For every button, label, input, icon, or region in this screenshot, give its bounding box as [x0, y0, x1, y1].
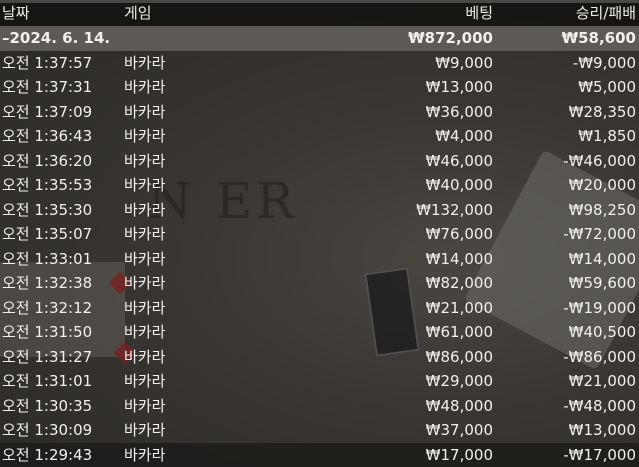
row-bet: ₩4,000: [435, 127, 493, 145]
table-row[interactable]: 오전 1:31:50 바카라 ₩61,000 ₩40,500: [0, 320, 639, 345]
row-result: -₩17,000: [563, 445, 636, 464]
date-group-label: –2024. 6. 14.: [2, 29, 111, 47]
row-time: 오전 1:37:57: [2, 53, 93, 72]
row-bet: ₩82,000: [425, 274, 493, 292]
row-time: 오전 1:33:01: [2, 249, 93, 268]
row-bet: ₩61,000: [425, 323, 493, 341]
row-bet: ₩14,000: [425, 249, 493, 268]
header-bet[interactable]: 베팅: [465, 0, 493, 26]
row-bet: ₩17,000: [425, 445, 493, 464]
row-game: 바카라: [124, 421, 166, 439]
row-time: 오전 1:37:31: [2, 78, 93, 96]
date-group-row[interactable]: –2024. 6. 14. ₩872,000 ₩58,600: [0, 26, 639, 51]
header-game[interactable]: 게임: [124, 0, 152, 26]
row-game: 바카라: [124, 127, 166, 145]
table-row[interactable]: 오전 1:31:01 바카라 ₩29,000 ₩21,000: [0, 369, 639, 394]
row-game: 바카라: [124, 102, 166, 121]
row-bet: ₩37,000: [425, 421, 493, 439]
row-result: -₩72,000: [563, 225, 636, 243]
row-bet: ₩36,000: [425, 102, 493, 121]
row-game: 바카라: [124, 225, 166, 243]
table-row[interactable]: 오전 1:32:38 바카라 ₩82,000 ₩59,600: [0, 271, 639, 296]
row-game: 바카라: [124, 445, 166, 464]
row-result: -₩19,000: [563, 298, 636, 317]
row-game: 바카라: [124, 53, 166, 72]
row-bet: ₩132,000: [416, 200, 493, 219]
row-game: 바카라: [124, 176, 166, 194]
row-result: ₩13,000: [568, 421, 636, 439]
row-time: 오전 1:37:09: [2, 102, 93, 121]
table-row[interactable]: 오전 1:35:30 바카라 ₩132,000 ₩98,250: [0, 198, 639, 223]
table-row[interactable]: 오전 1:36:43 바카라 ₩4,000 ₩1,850: [0, 124, 639, 149]
row-result: -₩86,000: [563, 347, 636, 366]
row-time: 오전 1:31:27: [2, 347, 93, 366]
row-game: 바카라: [124, 274, 166, 292]
row-time: 오전 1:29:43: [2, 445, 93, 464]
row-result: ₩59,600: [568, 274, 636, 292]
row-bet: ₩21,000: [425, 298, 493, 317]
table-row[interactable]: 오전 1:30:09 바카라 ₩37,000 ₩13,000: [0, 418, 639, 443]
row-game: 바카라: [124, 396, 166, 415]
row-game: 바카라: [124, 323, 166, 341]
table-row[interactable]: 오전 1:31:27 바카라 ₩86,000 -₩86,000: [0, 345, 639, 370]
row-result: ₩98,250: [568, 200, 636, 219]
row-result: -₩9,000: [572, 53, 636, 72]
row-bet: ₩29,000: [425, 372, 493, 390]
table-row[interactable]: 오전 1:29:43 바카라 ₩17,000 -₩17,000: [0, 442, 639, 467]
table-row[interactable]: 오전 1:35:07 바카라 ₩76,000 -₩72,000: [0, 222, 639, 247]
row-result: ₩21,000: [568, 372, 636, 390]
row-time: 오전 1:35:07: [2, 225, 93, 243]
row-result: ₩28,350: [568, 102, 636, 121]
row-bet: ₩13,000: [425, 78, 493, 96]
row-bet: ₩40,000: [425, 176, 493, 194]
table-header: 날짜 게임 베팅 승리/패배: [0, 0, 639, 26]
row-game: 바카라: [124, 347, 166, 366]
row-time: 오전 1:32:38: [2, 274, 93, 292]
row-result: -₩48,000: [563, 396, 636, 415]
row-time: 오전 1:36:20: [2, 151, 93, 170]
row-game: 바카라: [124, 78, 166, 96]
bet-history-table: 날짜 게임 베팅 승리/패배 –2024. 6. 14. ₩872,000 ₩5…: [0, 0, 639, 467]
row-result: ₩5,000: [578, 78, 636, 96]
row-time: 오전 1:36:43: [2, 127, 93, 145]
table-row[interactable]: 오전 1:33:01 바카라 ₩14,000 ₩14,000: [0, 247, 639, 272]
table-row[interactable]: 오전 1:36:20 바카라 ₩46,000 -₩46,000: [0, 149, 639, 174]
row-result: ₩20,000: [568, 176, 636, 194]
row-bet: ₩76,000: [425, 225, 493, 243]
row-bet: ₩86,000: [425, 347, 493, 366]
row-bet: ₩46,000: [425, 151, 493, 170]
row-time: 오전 1:31:01: [2, 372, 93, 390]
row-time: 오전 1:30:35: [2, 396, 93, 415]
row-time: 오전 1:32:12: [2, 298, 93, 317]
table-row[interactable]: 오전 1:37:57 바카라 ₩9,000 -₩9,000: [0, 51, 639, 76]
top-border: [0, 0, 639, 3]
row-result: -₩46,000: [563, 151, 636, 170]
table-row[interactable]: 오전 1:37:09 바카라 ₩36,000 ₩28,350: [0, 100, 639, 125]
row-result: ₩40,500: [568, 323, 636, 341]
header-date[interactable]: 날짜: [2, 0, 30, 26]
date-group-result-total: ₩58,600: [561, 29, 636, 47]
table-row[interactable]: 오전 1:32:12 바카라 ₩21,000 -₩19,000: [0, 296, 639, 321]
row-game: 바카라: [124, 151, 166, 170]
row-game: 바카라: [124, 372, 166, 390]
row-bet: ₩9,000: [435, 53, 493, 72]
row-game: 바카라: [124, 298, 166, 317]
table-row[interactable]: 오전 1:30:35 바카라 ₩48,000 -₩48,000: [0, 394, 639, 419]
row-time: 오전 1:31:50: [2, 323, 93, 341]
row-time: 오전 1:30:09: [2, 421, 93, 439]
row-time: 오전 1:35:53: [2, 176, 93, 194]
table-body: 오전 1:37:57 바카라 ₩9,000 -₩9,000 오전 1:37:31 바카라 ₩…: [0, 51, 639, 467]
row-result: ₩1,850: [578, 127, 636, 145]
row-bet: ₩48,000: [425, 396, 493, 415]
header-result[interactable]: 승리/패배: [576, 0, 636, 26]
table-row[interactable]: 오전 1:35:53 바카라 ₩40,000 ₩20,000: [0, 173, 639, 198]
row-time: 오전 1:35:30: [2, 200, 93, 219]
row-game: 바카라: [124, 249, 166, 268]
table-row[interactable]: 오전 1:37:31 바카라 ₩13,000 ₩5,000: [0, 75, 639, 100]
row-result: ₩14,000: [568, 249, 636, 268]
date-group-bet-total: ₩872,000: [408, 29, 493, 47]
row-game: 바카라: [124, 200, 166, 219]
